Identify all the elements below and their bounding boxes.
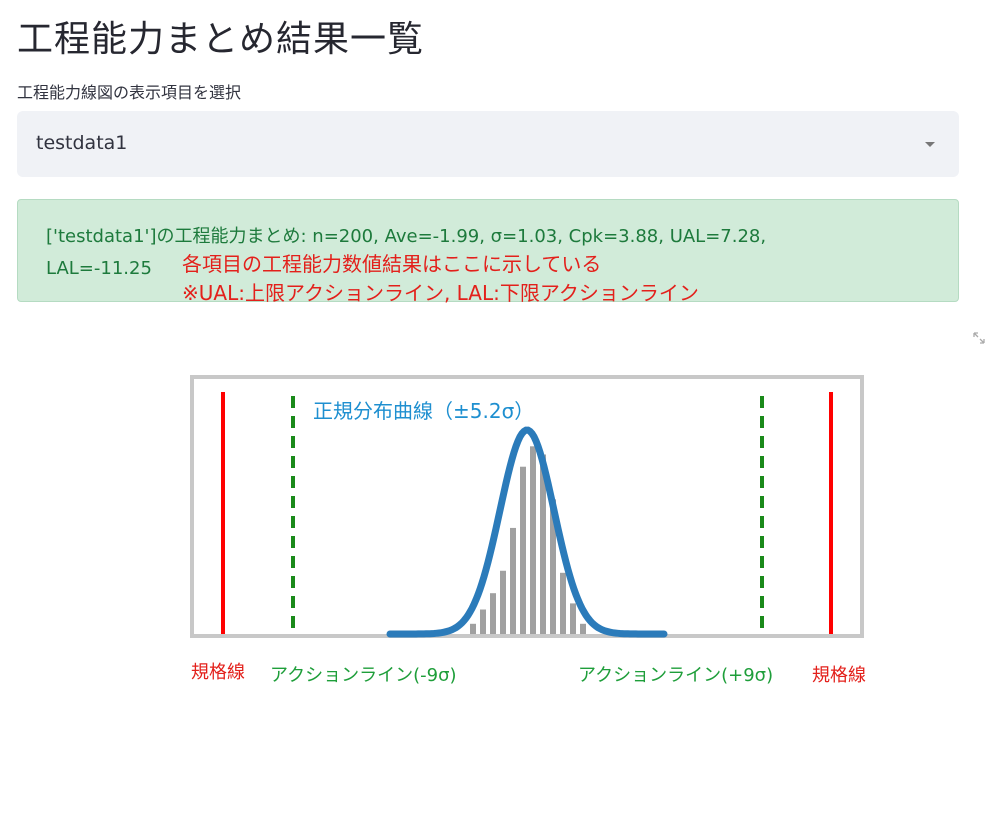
- histogram-bar: [510, 527, 516, 634]
- histogram-bar: [520, 466, 526, 634]
- histogram-bar: [570, 603, 576, 634]
- histogram-bar: [490, 593, 496, 634]
- histogram-bar: [560, 572, 566, 634]
- normal-curve: [386, 426, 668, 638]
- histogram-bar: [580, 623, 586, 634]
- histogram-bar: [480, 609, 486, 634]
- action-line-label-left: アクションライン(-9σ): [270, 665, 457, 686]
- action-line-label-right: アクションライン(+9σ): [578, 665, 774, 686]
- histogram-bar: [530, 446, 536, 634]
- curve-label: 正規分布曲線（±5.2σ）: [313, 399, 535, 423]
- histogram-bar: [500, 570, 506, 634]
- spec-line-label-right: 規格線: [812, 665, 866, 686]
- histogram-bar: [470, 623, 476, 634]
- histogram-bars: [470, 446, 586, 634]
- spec-line-label-left: 規格線: [191, 662, 245, 683]
